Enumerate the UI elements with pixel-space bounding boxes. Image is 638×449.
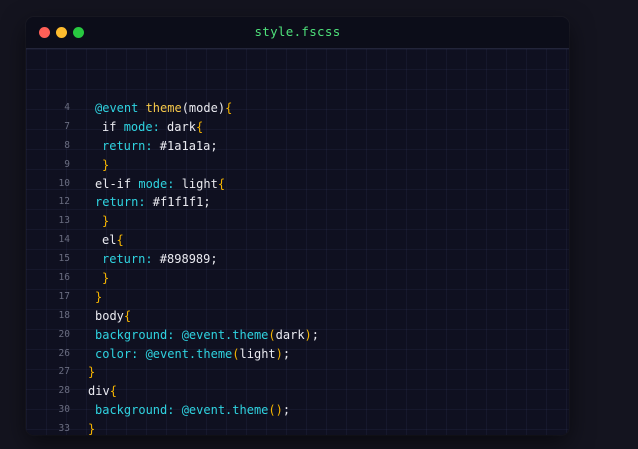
code-token: @event. <box>174 403 233 418</box>
code-token: } <box>88 365 96 380</box>
code-text: } <box>102 269 109 288</box>
line-number: 27 <box>58 366 70 378</box>
code-text: } <box>102 212 109 231</box>
code-text: @event theme(mode){ <box>95 99 232 118</box>
code-text: color: @event.theme(light); <box>95 345 290 364</box>
code-token: dark <box>275 327 305 342</box>
code-token: return: <box>102 252 153 267</box>
code-token: background: <box>95 327 175 342</box>
code-token: el-if <box>95 176 139 191</box>
code-token: @event <box>95 101 146 115</box>
code-window: style.fscss 4 @event theme(mode){7 if mode… <box>26 17 569 435</box>
code-token: #1a1a1a; <box>152 138 218 153</box>
line-number: 4 <box>64 102 70 113</box>
code-token: ( <box>268 327 276 342</box>
code-token: div <box>88 384 110 399</box>
code-token: () <box>268 403 283 418</box>
code-token: light <box>174 176 218 191</box>
line-number: 33 <box>58 423 70 435</box>
line-number: 12 <box>58 196 70 208</box>
code-text: } <box>95 288 102 307</box>
line-number: 15 <box>58 253 70 265</box>
line-number: 14 <box>58 234 70 246</box>
code-token: return: <box>102 138 153 153</box>
code-token: theme <box>232 327 269 342</box>
code-token: } <box>102 214 110 229</box>
line-number: 20 <box>58 328 70 340</box>
code-token: theme <box>196 346 233 361</box>
code-text: } <box>88 420 95 435</box>
code-text: div{ <box>88 382 117 401</box>
code-token: } <box>102 271 110 286</box>
window-titlebar: style.fscss <box>26 17 569 49</box>
code-token: background: <box>95 403 175 418</box>
code-token: body <box>95 308 124 323</box>
line-number: 8 <box>64 139 70 151</box>
code-token: } <box>88 422 96 435</box>
line-number: 17 <box>58 290 70 302</box>
code-token: ; <box>282 346 291 361</box>
code-token: ) <box>304 327 312 342</box>
code-token: mode: <box>123 119 160 134</box>
line-number: 26 <box>58 347 70 359</box>
code-text: el{ <box>102 231 124 250</box>
code-token: ; <box>282 403 291 418</box>
code-token: { <box>123 308 132 323</box>
code-token: { <box>195 119 204 134</box>
code-text: } <box>88 363 95 382</box>
code-text: return: #f1f1f1; <box>95 193 211 212</box>
line-number: 9 <box>64 158 70 170</box>
code-token: @event. <box>138 346 197 361</box>
line-number: 10 <box>58 177 70 189</box>
code-token: } <box>95 289 103 304</box>
line-number: 28 <box>58 385 70 397</box>
line-number: 16 <box>58 272 70 284</box>
code-token: theme <box>145 101 182 115</box>
code-editor[interactable]: 4 @event theme(mode){7 if mode: dark{8 retu… <box>26 49 569 435</box>
window-title: style.fscss <box>254 24 341 39</box>
code-token: el <box>102 233 117 248</box>
code-text: return: #898989; <box>102 250 218 269</box>
code-token: ) <box>275 346 283 361</box>
line-number: 18 <box>58 309 70 321</box>
code-text: el-if mode: light{ <box>95 175 225 194</box>
code-token: ( <box>232 346 240 361</box>
line-number: 13 <box>58 215 70 227</box>
code-text: return: #1a1a1a; <box>102 137 218 156</box>
code-token: { <box>225 101 233 115</box>
code-token: ; <box>311 327 320 342</box>
code-text: background: @event.theme(dark); <box>95 326 319 345</box>
code-text: } <box>102 156 109 175</box>
code-text: body{ <box>95 307 131 326</box>
line-number: 7 <box>64 120 70 132</box>
code-token: } <box>102 157 110 172</box>
code-token: #f1f1f1; <box>145 195 211 210</box>
code-token: (mode) <box>181 101 226 115</box>
code-token: @event. <box>174 327 233 342</box>
code-token: { <box>217 176 226 191</box>
code-token: #898989; <box>152 252 218 267</box>
code-text: background: @event.theme(); <box>95 401 290 420</box>
code-token: if <box>102 119 124 134</box>
code-token: dark <box>159 119 196 134</box>
code-token: { <box>116 233 124 248</box>
code-token: { <box>109 384 117 399</box>
code-token: mode: <box>138 176 175 191</box>
code-token: theme <box>232 403 269 418</box>
code-token: return: <box>95 195 146 210</box>
code-token: light <box>239 346 276 361</box>
code-token: color: <box>95 346 139 361</box>
code-text: if mode: dark{ <box>102 118 203 137</box>
line-number: 30 <box>58 404 70 416</box>
